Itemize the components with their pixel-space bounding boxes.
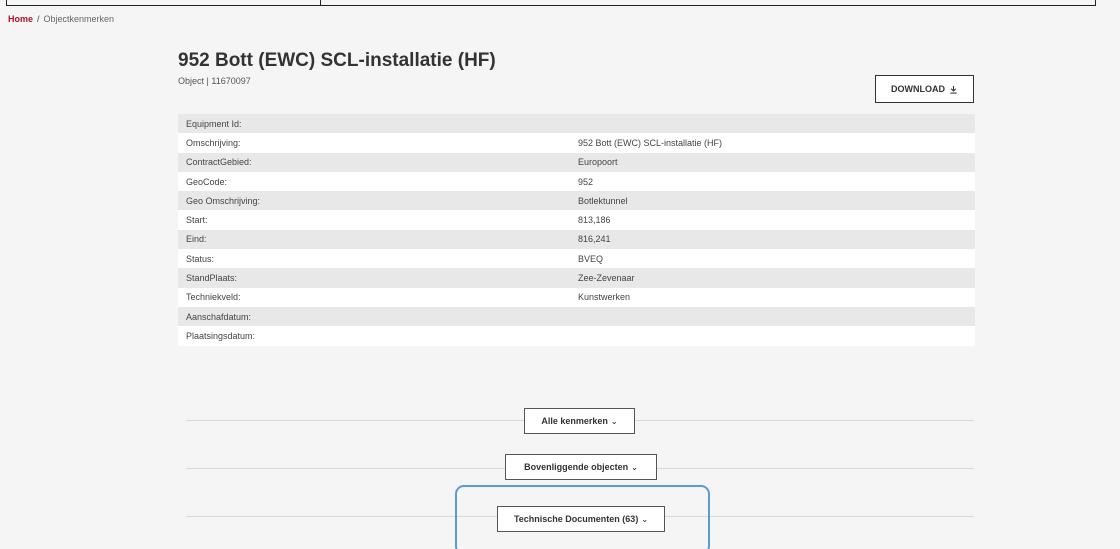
highlight-annotation (455, 485, 710, 549)
property-value: 952 (570, 171, 975, 192)
property-value: 813,186 (570, 210, 975, 230)
breadcrumb-home-link[interactable]: Home (8, 14, 33, 24)
property-value: Zee-Zevenaar (570, 268, 975, 288)
table-row: Status: BVEQ (178, 249, 975, 269)
table-row: ContractGebied: Europoort (178, 152, 975, 172)
property-label: Equipment Id: (178, 114, 570, 134)
property-label: Start: (178, 210, 570, 230)
property-label: GeoCode: (178, 171, 570, 192)
table-row: Geo Omschrijving: Botlektunnel (178, 191, 975, 211)
top-border-segment (321, 0, 1096, 6)
page-title: 952 Bott (EWC) SCL-installatie (HF) (178, 50, 496, 71)
breadcrumb: Home / Objectkenmerken (8, 14, 114, 24)
property-value: BVEQ (570, 249, 975, 269)
property-label: Aanschafdatum: (178, 306, 570, 327)
table-row: GeoCode: 952 (178, 171, 975, 192)
property-label: Geo Omschrijving: (178, 191, 570, 211)
download-button[interactable]: DOWNLOAD (875, 75, 974, 103)
property-value (570, 114, 975, 134)
table-row: Aanschafdatum: (178, 306, 975, 327)
property-label: Omschrijving: (178, 133, 570, 153)
top-border-segment (6, 0, 321, 6)
property-value: 952 Bott (EWC) SCL-installatie (HF) (570, 133, 975, 153)
chevron-down-icon: ⌄ (631, 462, 638, 472)
property-value: Botlektunnel (570, 191, 975, 211)
download-icon (950, 85, 957, 94)
property-label: ContractGebied: (178, 152, 570, 172)
bovenliggende-objecten-label: Bovenliggende objecten (524, 462, 629, 472)
page-subtitle: Object | 11670097 (178, 76, 251, 86)
property-value: 816,241 (570, 229, 975, 250)
top-border-bar (6, 0, 1096, 6)
property-value: Europoort (570, 152, 975, 172)
property-label: StandPlaats: (178, 268, 570, 288)
breadcrumb-separator: / (37, 14, 40, 24)
table-row: Techniekveld: Kunstwerken (178, 287, 975, 307)
table-row: Eind: 816,241 (178, 229, 975, 250)
property-label: Techniekveld: (178, 287, 570, 307)
breadcrumb-current: Objectkenmerken (43, 14, 115, 24)
property-label: Status: (178, 249, 570, 269)
table-row: Equipment Id: (178, 114, 975, 134)
table-row: Start: 813,186 (178, 210, 975, 230)
download-button-label: DOWNLOAD (891, 84, 945, 94)
table-row: Omschrijving: 952 Bott (EWC) SCL-installa… (178, 133, 975, 153)
property-label: Eind: (178, 229, 570, 250)
table-row: StandPlaats: Zee-Zevenaar (178, 268, 975, 288)
properties-table: Equipment Id: Omschrijving: 952 Bott (EWC… (178, 114, 975, 346)
bovenliggende-objecten-button[interactable]: Bovenliggende objecten ⌄ (505, 454, 657, 480)
chevron-down-icon: ⌄ (610, 416, 618, 426)
alle-kenmerken-label: Alle kenmerken (541, 416, 608, 426)
property-value (570, 326, 975, 346)
property-value (570, 306, 975, 327)
property-label: Plaatsingsdatum: (178, 326, 570, 346)
alle-kenmerken-button[interactable]: Alle kenmerken ⌄ (524, 408, 635, 434)
table-row: Plaatsingsdatum: (178, 326, 975, 346)
property-value: Kunstwerken (570, 287, 975, 307)
